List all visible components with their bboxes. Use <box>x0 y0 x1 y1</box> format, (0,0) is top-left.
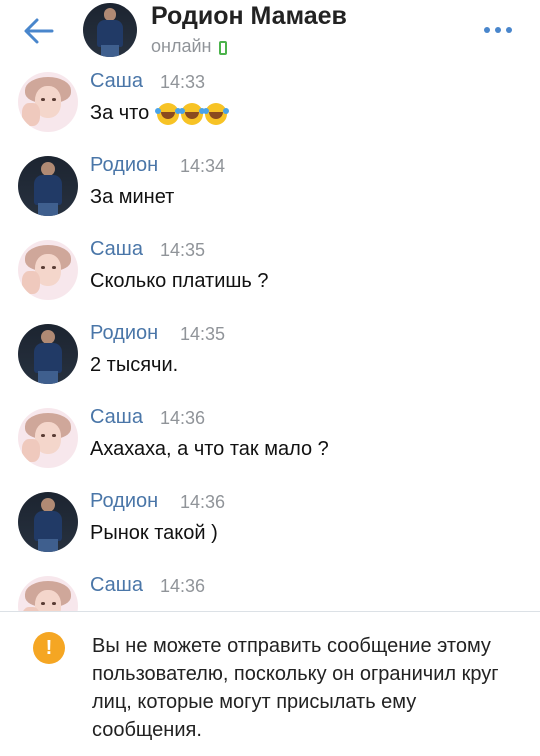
message-time: 14:36 <box>160 576 206 596</box>
chat-header: Родион Мамаев онлайн <box>0 0 540 66</box>
mobile-phone-icon <box>219 40 228 55</box>
back-button[interactable] <box>22 14 56 48</box>
message-author[interactable]: Родион <box>90 154 158 177</box>
avatar[interactable] <box>18 156 78 216</box>
notice-text: Вы не можете отправить сообщение этому п… <box>92 635 499 741</box>
avatar[interactable] <box>18 576 78 611</box>
header-avatar[interactable] <box>83 3 137 57</box>
message-item[interactable]: Саша 14:35 Сколько платишь ? <box>0 234 540 318</box>
message-time: 14:33 <box>160 72 206 92</box>
avatar[interactable] <box>18 492 78 552</box>
message-time: 14:35 <box>180 324 226 344</box>
message-author[interactable]: Родион <box>90 490 158 513</box>
message-text: Рынок такой ) <box>90 522 218 544</box>
message-time: 14:34 <box>180 156 226 176</box>
message-time: 14:36 <box>160 408 206 428</box>
laughing-emoji-icon <box>155 102 180 125</box>
more-options-button[interactable] <box>478 20 518 40</box>
message-list[interactable]: Саша 14:33 За что Родион 14:34 За минет … <box>0 66 540 611</box>
message-author[interactable]: Родион <box>90 322 158 345</box>
laughing-emoji-icon <box>203 102 228 125</box>
avatar[interactable] <box>18 72 78 132</box>
avatar[interactable] <box>18 408 78 468</box>
cannot-send-notice: ! Вы не можете отправить сообщение этому… <box>0 612 540 756</box>
warning-icon: ! <box>33 632 65 664</box>
message-text: Ахахаха, а что так мало ? <box>90 438 329 460</box>
laughing-emoji-icon <box>179 102 204 125</box>
contact-name[interactable]: Родион Мамаев <box>151 2 347 31</box>
message-author[interactable]: Саша <box>90 574 143 597</box>
message-time: 14:36 <box>180 492 226 512</box>
message-item[interactable]: Родион 14:36 Рынок такой ) <box>0 486 540 570</box>
back-arrow-icon <box>24 18 54 44</box>
avatar[interactable] <box>18 240 78 300</box>
message-text: Сколько платишь ? <box>90 270 269 292</box>
message-item[interactable]: Родион 14:35 2 тысячи. <box>0 318 540 402</box>
message-item[interactable]: Родион 14:34 За минет <box>0 150 540 234</box>
message-text: За что <box>90 102 228 125</box>
message-item[interactable]: Саша 14:36 Ахахаха, а что так мало ? <box>0 402 540 486</box>
message-item[interactable]: Саша 14:36 <box>0 570 540 611</box>
message-item[interactable]: Саша 14:33 За что <box>0 66 540 150</box>
message-text: 2 тысячи. <box>90 354 179 376</box>
message-time: 14:35 <box>160 240 206 260</box>
message-author[interactable]: Саша <box>90 70 143 93</box>
more-horizontal-icon <box>484 27 490 33</box>
message-text: За минет <box>90 186 175 208</box>
avatar[interactable] <box>18 324 78 384</box>
status-text: онлайн <box>151 36 212 56</box>
message-author[interactable]: Саша <box>90 238 143 261</box>
message-author[interactable]: Саша <box>90 406 143 429</box>
online-status: онлайн <box>151 36 228 57</box>
